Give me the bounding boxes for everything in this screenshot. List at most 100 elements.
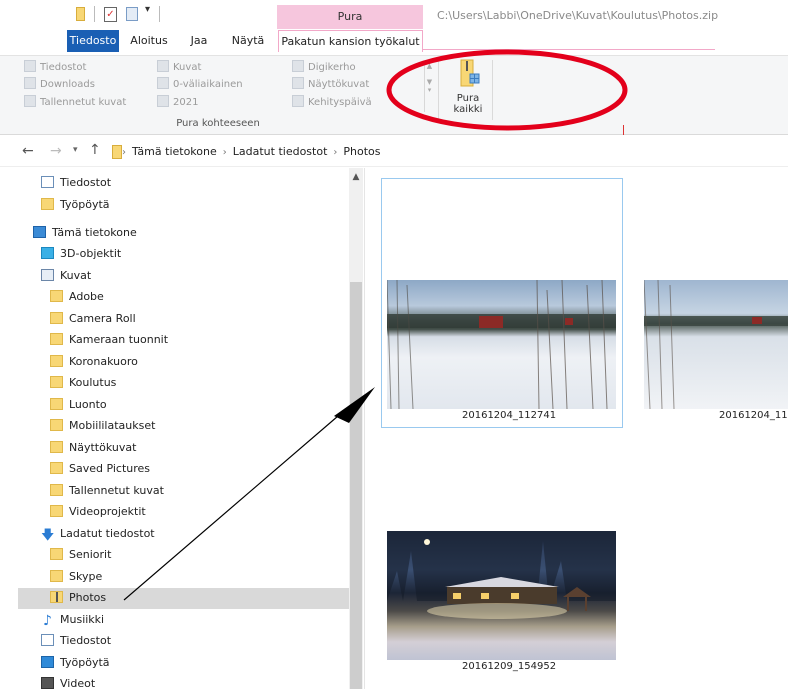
nav-item-tama-tietokone[interactable]: Tämä tietokone xyxy=(33,223,137,243)
file-name: 20161209_154952 xyxy=(462,661,557,672)
nav-item-videot[interactable]: Videot xyxy=(41,674,95,689)
nav-item-koronakuoro[interactable]: Koronakuoro xyxy=(50,352,138,372)
separator xyxy=(94,6,95,22)
nav-item-adobe[interactable]: Adobe xyxy=(50,287,104,307)
destination-label: Tallennetut kuvat xyxy=(40,97,127,108)
nav-item-seniorit[interactable]: Seniorit xyxy=(50,545,111,565)
nav-item-label: Tämä tietokone xyxy=(52,226,137,239)
nav-item-saved-pictures[interactable]: Saved Pictures xyxy=(50,459,150,479)
pictures-icon xyxy=(157,60,169,72)
folder-icon xyxy=(50,419,63,431)
video-icon xyxy=(41,677,54,689)
nav-item-tiedostot-2[interactable]: Tiedostot xyxy=(41,631,111,651)
destination-2021[interactable]: 2021 xyxy=(157,95,198,111)
window-title-path: C:\Users\Labbi\OneDrive\Kuvat\Koulutus\P… xyxy=(437,9,719,22)
folder-icon xyxy=(157,77,169,89)
nav-item-label: Tiedostot xyxy=(60,634,112,647)
destination-downloads[interactable]: Downloads xyxy=(24,77,95,93)
destination-tallennetut-kuvat[interactable]: Tallennetut kuvat xyxy=(24,95,126,111)
nav-item-label: Tiedostot xyxy=(60,176,112,189)
destination-kehityspaiva[interactable]: Kehityspäivä xyxy=(292,95,372,111)
nav-item-label: Musiikki xyxy=(60,613,105,626)
up-arrow-icon[interactable]: ↑ xyxy=(89,142,101,158)
recent-locations-icon[interactable]: ▾ xyxy=(73,145,78,155)
new-folder-icon[interactable] xyxy=(126,7,138,21)
destination-0-valiaikainen[interactable]: 0-väliaikainen xyxy=(157,77,243,93)
tab-home[interactable]: Aloitus xyxy=(126,30,172,52)
nav-item-kuvat[interactable]: Kuvat xyxy=(41,266,91,286)
scroll-up-icon[interactable]: ▲ xyxy=(349,172,363,182)
separator xyxy=(159,6,160,22)
file-name: 20161204_112741 xyxy=(462,410,557,421)
nav-item-label: Photos xyxy=(69,591,107,604)
nav-item-tyopoyta[interactable]: Työpöytä xyxy=(41,195,110,215)
folder-icon xyxy=(50,441,63,453)
properties-icon[interactable]: ✓ xyxy=(104,7,117,22)
tab-file[interactable]: Tiedosto xyxy=(67,30,119,52)
photo-thumbnail[interactable] xyxy=(644,280,788,409)
nav-item-kameraan-tuonnit[interactable]: Kameraan tuonnit xyxy=(50,330,168,350)
nav-item-label: Kuvat xyxy=(60,269,92,282)
nav-item-label: Skype xyxy=(69,570,103,583)
customize-quick-access-icon[interactable]: ▾ xyxy=(145,4,150,15)
tab-view[interactable]: Näytä xyxy=(225,30,271,52)
tab-share[interactable]: Jaa xyxy=(180,30,218,52)
nav-item-mobiililataukset[interactable]: Mobiililataukset xyxy=(50,416,155,436)
nav-item-3d-objektit[interactable]: 3D-objektit xyxy=(41,244,121,264)
nav-item-label: Luonto xyxy=(69,398,107,411)
nav-item-photos[interactable]: Photos xyxy=(50,588,106,608)
nav-item-skype[interactable]: Skype xyxy=(50,567,102,587)
photo-thumbnail[interactable] xyxy=(387,280,616,409)
nav-item-tallennetut-kuvat[interactable]: Tallennetut kuvat xyxy=(50,481,164,501)
nav-item-camera-roll[interactable]: Camera Roll xyxy=(50,309,136,329)
nav-item-label: Saved Pictures xyxy=(69,462,151,475)
nav-item-label: Näyttökuvat xyxy=(69,441,137,454)
breadcrumb-item[interactable]: Photos xyxy=(343,145,380,158)
breadcrumb-item[interactable]: Tämä tietokone xyxy=(132,145,217,158)
folder-icon xyxy=(50,570,63,582)
folder-icon xyxy=(50,312,63,324)
folder-icon xyxy=(292,77,304,89)
folder-icon xyxy=(24,95,36,107)
nav-item-label: Videoprojektit xyxy=(69,505,146,518)
forward-arrow-icon[interactable]: → xyxy=(50,143,62,159)
snow-scene-illustration xyxy=(387,280,616,409)
document-icon xyxy=(41,634,54,646)
destination-label: 2021 xyxy=(173,97,199,108)
photo-thumbnail[interactable] xyxy=(387,531,616,660)
back-arrow-icon[interactable]: ← xyxy=(22,143,34,159)
nav-scrollbar-thumb[interactable] xyxy=(350,282,362,689)
nav-item-label: Ladatut tiedostot xyxy=(60,527,155,540)
file-name: 20161204_1128 xyxy=(719,410,788,421)
nav-item-videoprojektit[interactable]: Videoprojektit xyxy=(50,502,146,522)
night-scene-illustration xyxy=(387,531,616,619)
nav-item-ladatut-tiedostot[interactable]: 🡇 Ladatut tiedostot xyxy=(41,524,155,544)
folder-icon xyxy=(292,60,304,72)
nav-item-tiedostot[interactable]: Tiedostot xyxy=(41,173,111,193)
breadcrumb-item[interactable]: Ladatut tiedostot xyxy=(233,145,328,158)
nav-item-label: Camera Roll xyxy=(69,312,136,325)
nav-item-luonto[interactable]: Luonto xyxy=(50,395,107,415)
destination-label: Tiedostot xyxy=(40,62,87,73)
folder-icon xyxy=(50,333,63,345)
pictures-icon xyxy=(41,269,54,281)
destination-label: Downloads xyxy=(40,79,95,90)
nav-item-koulutus[interactable]: Koulutus xyxy=(50,373,116,393)
zip-folder-icon xyxy=(76,7,85,21)
destination-digikerho[interactable]: Digikerho xyxy=(292,60,356,76)
destination-label: Näyttökuvat xyxy=(308,79,370,90)
chevron-right-icon: › xyxy=(122,147,126,158)
destination-tiedostot[interactable]: Tiedostot xyxy=(24,60,86,76)
nav-item-nayttokuvat[interactable]: Näyttökuvat xyxy=(50,438,136,458)
computer-icon xyxy=(33,226,46,238)
destination-kuvat[interactable]: Kuvat xyxy=(157,60,201,76)
document-icon xyxy=(41,176,54,188)
folder-icon xyxy=(50,376,63,388)
folder-icon xyxy=(50,290,63,302)
nav-item-label: Mobiililataukset xyxy=(69,419,156,432)
destination-nayttokuvat[interactable]: Näyttökuvat xyxy=(292,77,369,93)
nav-item-tyopoyta-2[interactable]: Työpöytä xyxy=(41,653,110,673)
folder-icon xyxy=(292,95,304,107)
nav-item-label: Työpöytä xyxy=(60,656,110,669)
nav-item-musiikki[interactable]: ♪ Musiikki xyxy=(41,610,104,630)
